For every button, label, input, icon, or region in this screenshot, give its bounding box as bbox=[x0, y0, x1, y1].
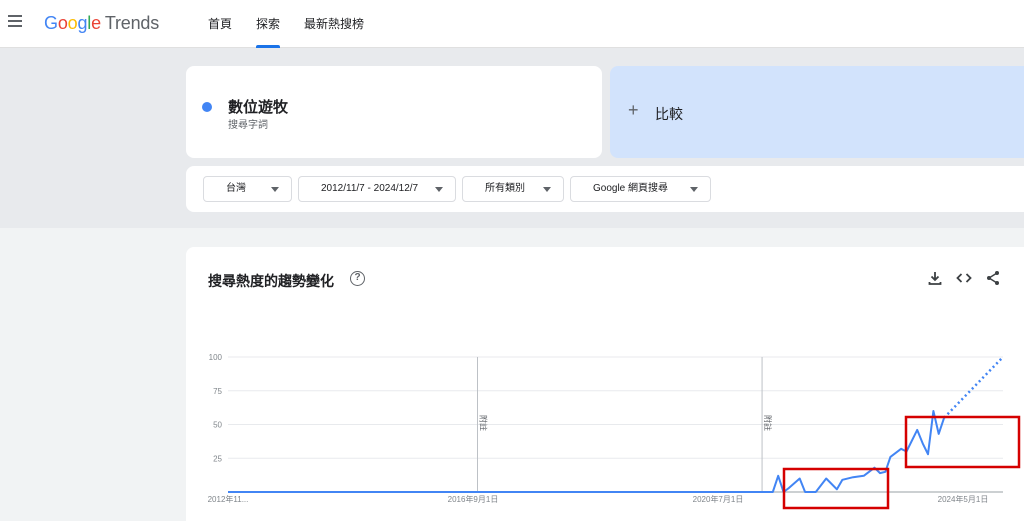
nav-home[interactable]: 首頁 bbox=[196, 0, 244, 48]
x-tick-label: 2012年11... bbox=[208, 494, 249, 504]
menu-icon[interactable] bbox=[8, 15, 24, 29]
region-value: 台灣 bbox=[226, 183, 246, 194]
search-term-card[interactable]: 數位遊牧 搜尋字詞 bbox=[186, 66, 602, 158]
date-range-dropdown[interactable]: 2012/11/7 - 2024/12/7 bbox=[298, 176, 456, 202]
dropdown-arrow-icon bbox=[690, 187, 698, 192]
y-tick-label: 75 bbox=[213, 387, 222, 396]
google-trends-logo[interactable]: Google Trends bbox=[44, 13, 159, 34]
annotation-label: 附註 bbox=[479, 415, 489, 431]
series-projected-line bbox=[943, 356, 1004, 419]
y-tick-label: 25 bbox=[213, 454, 222, 463]
y-tick-label: 50 bbox=[213, 421, 222, 430]
annotation-label: 附註 bbox=[763, 415, 773, 431]
date-range-value: 2012/11/7 - 2024/12/7 bbox=[321, 183, 419, 194]
interest-over-time-card: 搜尋熱度的趨勢變化 ? 25 50 75 100 附註 附註 2012年11... 2016年… bbox=[186, 247, 1024, 521]
series-line bbox=[228, 410, 946, 493]
search-type-value: Google 網頁搜尋 bbox=[593, 183, 669, 194]
dropdown-arrow-icon bbox=[435, 187, 443, 192]
y-tick-label: 100 bbox=[209, 353, 223, 362]
search-term-name: 數位遊牧 bbox=[228, 99, 289, 116]
series-color-dot bbox=[202, 102, 212, 112]
dropdown-arrow-icon bbox=[543, 187, 551, 192]
category-dropdown[interactable]: 所有類別 bbox=[462, 176, 564, 202]
filter-bar: 台灣 2012/11/7 - 2024/12/7 所有類別 Google 網頁搜… bbox=[186, 166, 1024, 212]
category-value: 所有類別 bbox=[485, 183, 525, 194]
compare-label: 比較 bbox=[655, 106, 683, 122]
x-tick-label: 2020年7月1日 bbox=[693, 494, 744, 504]
nav-explore[interactable]: 探索 bbox=[244, 0, 292, 48]
interest-line-chart: 25 50 75 100 附註 附註 2012年11... 2016年9月1日 2020年7月1… bbox=[208, 353, 1021, 510]
compare-button[interactable]: + 比較 bbox=[610, 66, 1024, 158]
top-app-bar: Google Trends 首頁 探索 最新熱搜榜 bbox=[0, 0, 1024, 48]
search-term-type: 搜尋字詞 bbox=[228, 120, 268, 131]
search-type-dropdown[interactable]: Google 網頁搜尋 bbox=[570, 176, 711, 202]
add-icon: + bbox=[628, 100, 639, 120]
dropdown-arrow-icon bbox=[271, 187, 279, 192]
x-tick-label: 2024年5月1日 bbox=[938, 494, 989, 504]
x-tick-label: 2016年9月1日 bbox=[448, 494, 499, 504]
main-nav: 首頁 探索 最新熱搜榜 bbox=[196, 0, 376, 48]
nav-trending[interactable]: 最新熱搜榜 bbox=[292, 0, 376, 48]
region-dropdown[interactable]: 台灣 bbox=[203, 176, 292, 202]
